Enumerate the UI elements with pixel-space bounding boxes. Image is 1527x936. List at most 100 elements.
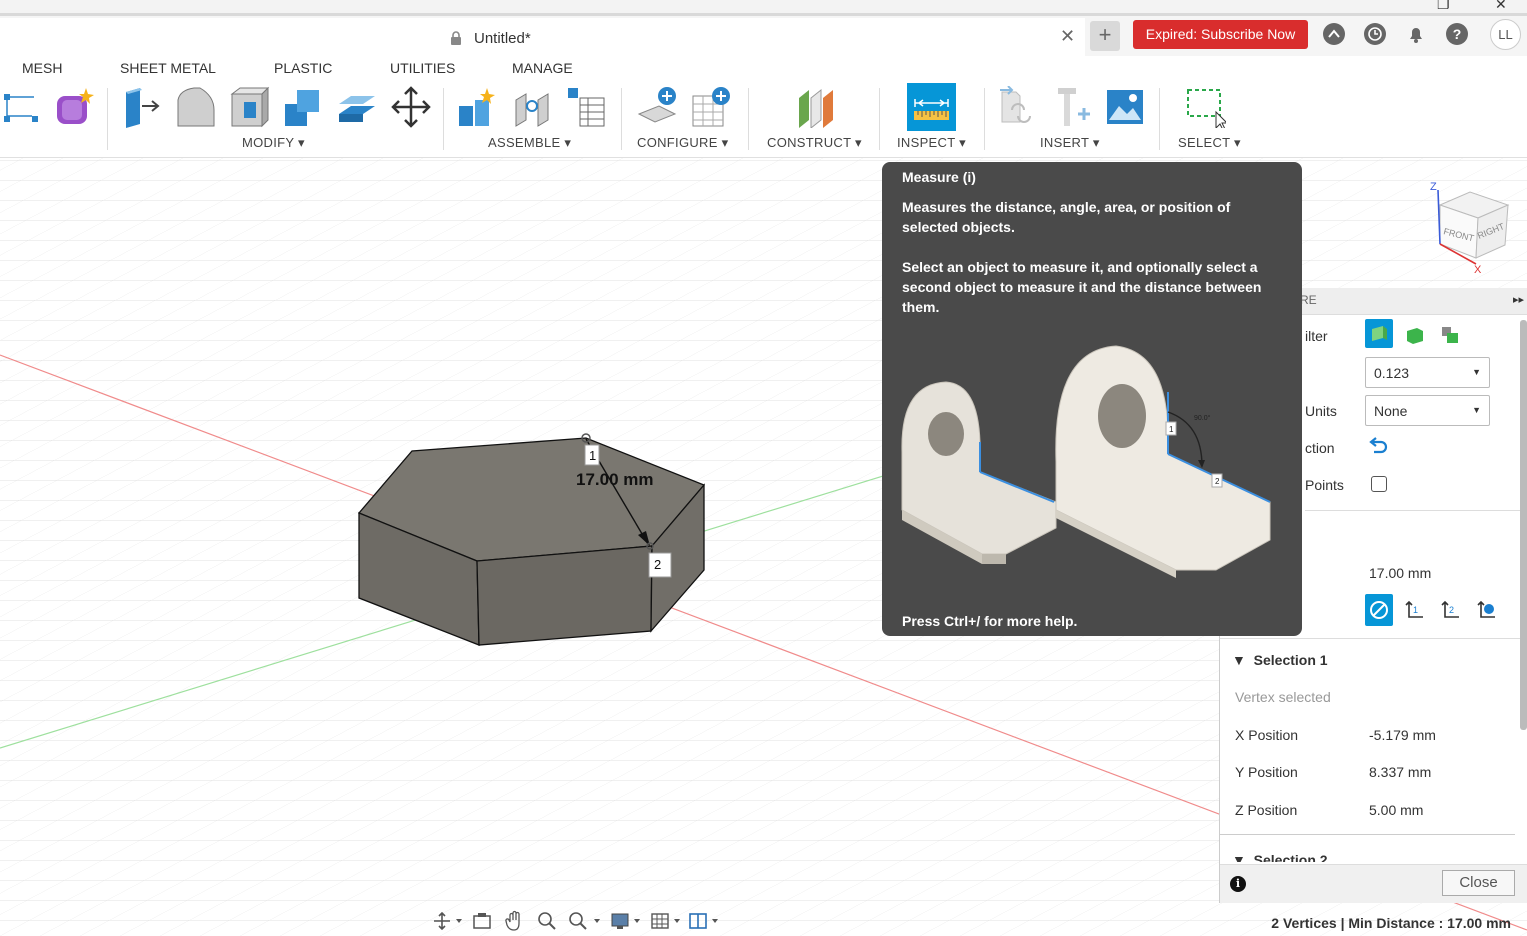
offset-face-icon[interactable] <box>337 86 377 128</box>
units-select[interactable]: None ▼ <box>1365 395 1490 426</box>
restore-window-icon[interactable]: ❐ <box>1437 0 1450 13</box>
selection-2-header[interactable]: ▼ Selection 2 <box>1232 852 1328 862</box>
collapse-icon: ▼ <box>1232 652 1254 668</box>
tooltip-title: Measure (i) <box>902 169 976 185</box>
y-position-label: Y Position <box>1235 764 1298 780</box>
notifications-bell-icon[interactable] <box>1405 23 1427 45</box>
extensions-icon[interactable] <box>1323 23 1345 45</box>
viewcube-x-label: X <box>1474 264 1482 276</box>
grid-settings-icon[interactable] <box>650 911 684 931</box>
user-avatar[interactable]: LL <box>1490 19 1521 50</box>
face-filter-icon <box>1372 326 1387 341</box>
measure-tooltip: Measure (i) Measures the distance, angle… <box>882 162 1302 636</box>
body-filter-icon[interactable] <box>1405 325 1425 345</box>
job-status-icon[interactable] <box>1364 23 1386 45</box>
y-position-value: 8.337 mm <box>1369 764 1432 780</box>
zoom-icon[interactable] <box>537 911 557 931</box>
precision-select[interactable]: 0.123 ▼ <box>1365 357 1490 388</box>
no-axis-button[interactable] <box>1365 594 1393 626</box>
svg-text:2: 2 <box>1449 605 1454 615</box>
fit-zoom-icon[interactable] <box>568 911 602 931</box>
toolbar-separator <box>1159 88 1160 150</box>
new-component-icon[interactable] <box>457 86 497 128</box>
chevron-down-icon: ▼ <box>1472 405 1481 415</box>
info-icon[interactable]: i <box>1230 876 1246 892</box>
construct-plane-icon[interactable] <box>795 86 835 128</box>
form-icon[interactable] <box>54 86 94 128</box>
selection-1-status: Vertex selected <box>1235 689 1331 705</box>
viewcube-z-label: Z <box>1430 181 1437 193</box>
component-filter-icon[interactable] <box>1440 325 1460 345</box>
point-label-2: 2 <box>654 557 661 572</box>
filter-face-button[interactable] <box>1365 319 1393 348</box>
toolbar-separator <box>621 88 622 150</box>
sketch-icon[interactable] <box>2 86 42 128</box>
insert-menu[interactable]: INSERT ▾ <box>1040 135 1100 151</box>
axis-1-icon[interactable]: 1 <box>1404 599 1426 621</box>
help-icon[interactable]: ? <box>1446 23 1468 45</box>
select-window-icon[interactable] <box>1186 86 1226 128</box>
panel-divider <box>1305 510 1525 511</box>
tab-mesh[interactable]: MESH <box>22 60 62 76</box>
tooltip-illustration: 90.0° 1 2 <box>901 345 1271 578</box>
close-tab-icon[interactable]: ✕ <box>1060 26 1075 47</box>
axis-2-icon[interactable]: 2 <box>1440 599 1462 621</box>
toolbar-separator <box>443 88 444 150</box>
inspect-menu[interactable]: INSPECT ▾ <box>897 135 966 151</box>
move-icon[interactable] <box>391 86 431 128</box>
toolbar-separator <box>984 88 985 150</box>
configure-menu[interactable]: CONFIGURE ▾ <box>637 135 728 151</box>
shell-icon[interactable] <box>230 86 270 128</box>
orbit-icon[interactable] <box>432 911 462 931</box>
axis-global-icon[interactable] <box>1476 599 1498 621</box>
chevron-down-icon: ▼ <box>1472 367 1481 377</box>
close-window-icon[interactable]: ✕ <box>1495 0 1507 13</box>
selection-1-header[interactable]: ▼ Selection 1 <box>1232 652 1328 668</box>
snap-points-label: Points <box>1305 477 1344 493</box>
configure-parameters-icon[interactable] <box>637 86 677 128</box>
insert-derive-icon[interactable] <box>998 86 1038 128</box>
selection-2-clip: ▼ Selection 2 <box>1220 844 1520 862</box>
panel-divider <box>1220 638 1520 639</box>
subscribe-button[interactable]: Expired: Subscribe Now <box>1133 20 1308 49</box>
snap-points-checkbox[interactable] <box>1371 476 1387 492</box>
toolbar-separator <box>748 88 749 150</box>
toolbar-separator <box>107 88 108 150</box>
ribbon-toolbar: MESH SHEET METAL PLASTIC UTILITIES MANAG… <box>0 56 1527 158</box>
insert-mcmaster-icon[interactable] <box>1052 86 1092 128</box>
joint-icon[interactable] <box>512 86 552 128</box>
insert-canvas-icon[interactable] <box>1105 86 1145 128</box>
lock-icon <box>451 31 461 45</box>
x-position-label: X Position <box>1235 727 1299 743</box>
expand-panel-icon[interactable]: ▸▸ <box>1513 293 1524 306</box>
tab-bar: Untitled* ✕ + Expired: Subscribe Now ? L… <box>0 16 1527 56</box>
tab-sheet-metal[interactable]: SHEET METAL <box>120 60 216 76</box>
new-tab-button[interactable]: + <box>1090 21 1120 51</box>
configure-table-icon[interactable] <box>691 86 731 128</box>
collapse-icon: ▼ <box>1232 852 1254 862</box>
document-tab[interactable]: Untitled* ✕ <box>0 18 1085 56</box>
look-at-icon[interactable] <box>472 911 492 931</box>
construct-menu[interactable]: CONSTRUCT ▾ <box>767 135 862 151</box>
select-menu[interactable]: SELECT ▾ <box>1178 135 1241 151</box>
tab-manage[interactable]: MANAGE <box>512 60 573 76</box>
fillet-icon[interactable] <box>176 86 216 128</box>
measure-tool-button[interactable] <box>907 83 956 131</box>
display-settings-icon[interactable] <box>610 911 644 931</box>
pan-hand-icon[interactable] <box>504 910 526 932</box>
window-top-strip: ❐ ✕ <box>0 0 1527 16</box>
z-position-value: 5.00 mm <box>1369 802 1424 818</box>
navigation-bar <box>430 908 730 934</box>
bill-of-materials-icon[interactable] <box>566 86 606 128</box>
tab-plastic[interactable]: PLASTIC <box>274 60 332 76</box>
dimension-label: 17.00 mm <box>576 470 654 489</box>
restart-selection-icon[interactable] <box>1367 437 1389 457</box>
assemble-menu[interactable]: ASSEMBLE ▾ <box>488 135 571 151</box>
press-pull-icon[interactable] <box>122 86 162 128</box>
panel-scrollbar[interactable] <box>1520 320 1527 730</box>
close-button[interactable]: Close <box>1442 870 1515 896</box>
viewports-icon[interactable] <box>688 911 722 931</box>
modify-menu[interactable]: MODIFY ▾ <box>242 135 305 151</box>
tab-utilities[interactable]: UTILITIES <box>390 60 455 76</box>
combine-icon[interactable] <box>283 86 323 128</box>
